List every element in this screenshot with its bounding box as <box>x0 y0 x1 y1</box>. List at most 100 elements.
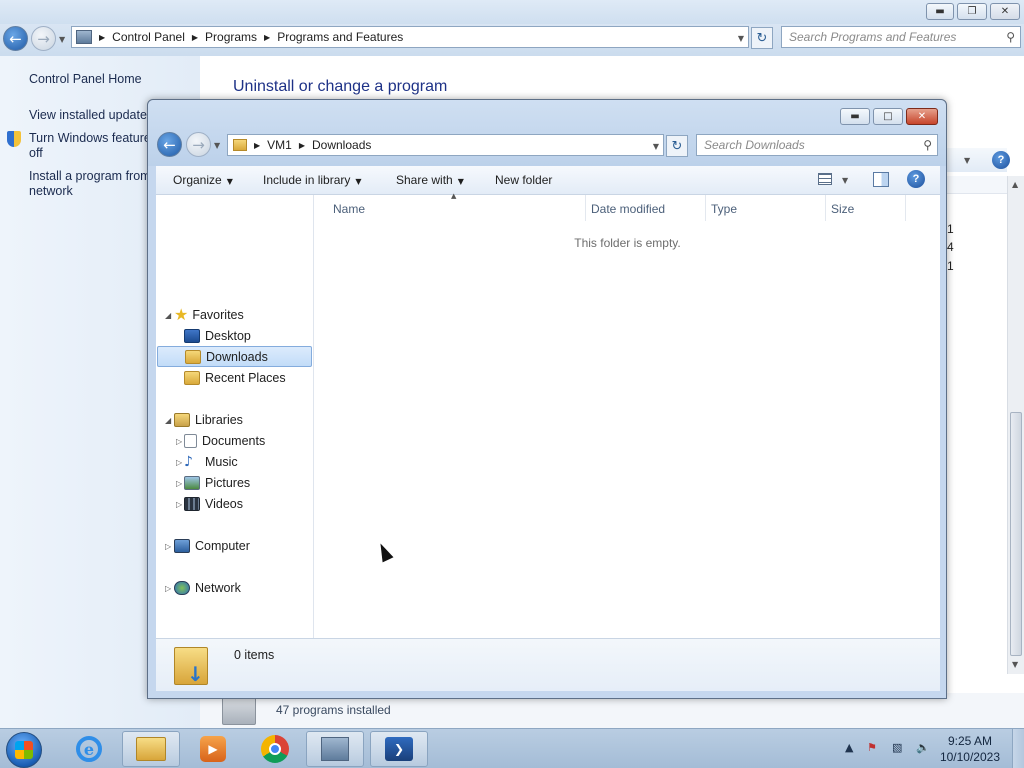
breadcrumb-programs[interactable]: Programs <box>205 30 257 44</box>
view-installed-updates-link[interactable]: View installed updates <box>29 108 153 123</box>
scroll-up-icon[interactable]: ▲ <box>1012 180 1018 189</box>
control-panel-icon <box>76 30 92 44</box>
address-dropdown-icon[interactable]: ▼ <box>653 142 659 151</box>
start-button[interactable] <box>6 732 42 768</box>
help-icon[interactable]: ? <box>992 151 1010 169</box>
nav-pictures[interactable]: Pictures <box>184 472 250 493</box>
nav-computer-label: Computer <box>195 538 250 553</box>
turn-windows-features-link[interactable]: Turn Windows feature off <box>29 131 151 161</box>
empty-folder-message: This folder is empty. <box>574 236 681 250</box>
search-icon[interactable]: ⚲ <box>923 138 932 152</box>
forward-arrow-icon[interactable]: → <box>186 132 211 157</box>
recent-pages-chevron-icon[interactable]: ▼ <box>214 141 220 150</box>
scrollbar-thumb[interactable] <box>1010 412 1022 656</box>
column-header-size[interactable]: Size <box>831 202 854 216</box>
nav-downloads-label: Downloads <box>206 349 268 364</box>
explorer-command-bar: Organize ▼ Include in library ▼ Share with… <box>156 166 940 195</box>
network-icon <box>174 580 190 595</box>
nav-libraries[interactable]: Libraries <box>174 409 243 430</box>
nav-documents[interactable]: Documents <box>184 430 265 451</box>
explorer-address-bar[interactable]: ▶ VM1 ▶ Downloads ▼ <box>227 134 664 156</box>
refresh-icon[interactable]: ↻ <box>666 135 688 157</box>
nav-videos[interactable]: Videos <box>184 493 243 514</box>
control-panel-home-link[interactable]: Control Panel Home <box>29 72 142 87</box>
show-hidden-icons-icon[interactable]: ▲ <box>845 741 853 754</box>
breadcrumb-control-panel[interactable]: Control Panel <box>112 30 185 44</box>
share-with-menu[interactable]: Share with ▼ <box>396 173 464 187</box>
taskbar-internet-explorer[interactable]: e <box>60 731 118 767</box>
views-dropdown-icon[interactable]: ▼ <box>842 176 848 185</box>
new-folder-button[interactable]: New folder <box>495 173 552 187</box>
column-divider[interactable] <box>825 195 826 221</box>
nav-desktop[interactable]: Desktop <box>184 325 251 346</box>
column-divider[interactable] <box>705 195 706 221</box>
include-in-library-label: Include in library <box>263 173 351 187</box>
action-center-flag-icon[interactable]: ⚑ <box>867 741 877 754</box>
taskbar-media-player[interactable]: ▶ <box>184 731 242 767</box>
expand-arrow-icon[interactable]: ◢ <box>165 311 171 320</box>
cp-close-button[interactable]: ✕ <box>990 3 1020 20</box>
expand-arrow-icon[interactable]: ▷ <box>176 500 182 509</box>
expand-arrow-icon[interactable]: ◢ <box>165 416 171 425</box>
scroll-down-icon[interactable]: ▼ <box>1012 660 1018 669</box>
nav-music[interactable]: ♪ Music <box>184 451 238 472</box>
nav-favorites[interactable]: ★ Favorites <box>174 304 244 325</box>
install-from-network-line1: Install a program from <box>29 169 151 183</box>
taskbar-chrome[interactable] <box>246 731 304 767</box>
column-header-type[interactable]: Type <box>711 202 737 216</box>
breadcrumb-programs-and-features[interactable]: Programs and Features <box>277 30 403 44</box>
expand-arrow-icon[interactable]: ▷ <box>176 458 182 467</box>
expand-arrow-icon[interactable]: ▷ <box>165 542 171 551</box>
include-in-library-menu[interactable]: Include in library ▼ <box>263 173 362 187</box>
cp-view-dropdown-icon[interactable]: ▼ <box>964 156 970 165</box>
column-header-date-modified[interactable]: Date modified <box>591 202 665 216</box>
taskbar-windows-explorer[interactable] <box>122 731 180 767</box>
cp-restore-button[interactable]: ❐ <box>957 3 987 20</box>
network-tray-icon[interactable]: ▧ <box>892 741 902 754</box>
maximize-button[interactable]: □ <box>873 108 903 125</box>
search-downloads-input[interactable]: Search Downloads ⚲ <box>696 134 938 156</box>
address-dropdown-icon[interactable]: ▼ <box>738 34 744 43</box>
nav-computer[interactable]: Computer <box>174 535 250 556</box>
cp-minimize-button[interactable]: ▬ <box>926 3 954 20</box>
nav-recent-places[interactable]: Recent Places <box>184 367 286 388</box>
nav-downloads[interactable]: Downloads <box>157 346 312 367</box>
breadcrumb-downloads[interactable]: Downloads <box>312 138 371 152</box>
search-icon[interactable]: ⚲ <box>1006 30 1015 44</box>
clock[interactable]: 9:25 AM 10/10/2023 <box>940 733 1000 765</box>
preview-pane-icon[interactable] <box>873 172 889 187</box>
cp-address-bar[interactable]: ▶ Control Panel ▶ Programs ▶ Programs an… <box>71 26 749 48</box>
column-divider[interactable] <box>905 195 906 221</box>
turn-windows-features-line2: off <box>29 146 43 160</box>
details-pane: ↓ 0 items <box>156 638 940 691</box>
volume-muted-icon[interactable]: 🔈 <box>916 741 930 754</box>
install-from-network-link[interactable]: Install a program from network <box>29 169 151 199</box>
organize-menu[interactable]: Organize ▼ <box>173 173 233 187</box>
nav-network[interactable]: Network <box>174 577 241 598</box>
recent-pages-chevron-icon[interactable]: ▼ <box>59 35 65 44</box>
views-icon[interactable] <box>818 173 832 185</box>
show-desktop-button[interactable] <box>1012 729 1024 768</box>
breadcrumb-separator-icon: ▶ <box>298 140 305 150</box>
column-header-name[interactable]: Name <box>333 202 365 216</box>
cp-scrollbar[interactable]: ▲ ▼ <box>1007 176 1024 674</box>
column-divider[interactable] <box>585 195 586 221</box>
items-count: 0 items <box>234 648 275 662</box>
taskbar-control-panel[interactable] <box>306 731 364 767</box>
minimize-button[interactable]: ▬ <box>840 108 870 125</box>
refresh-icon[interactable]: ↻ <box>751 27 773 49</box>
expand-arrow-icon[interactable]: ▷ <box>165 584 171 593</box>
forward-arrow-icon[interactable]: → <box>31 26 56 51</box>
pictures-icon <box>184 475 200 490</box>
taskbar-powershell[interactable]: ❯ <box>370 731 428 767</box>
expand-arrow-icon[interactable]: ▷ <box>176 437 182 446</box>
back-arrow-icon[interactable]: ← <box>3 26 28 51</box>
expand-arrow-icon[interactable]: ▷ <box>176 479 182 488</box>
close-button[interactable]: ✕ <box>906 108 938 125</box>
cp-search-input[interactable]: Search Programs and Features ⚲ <box>781 26 1021 48</box>
back-arrow-icon[interactable]: ← <box>157 132 182 157</box>
breadcrumb-vm1[interactable]: VM1 <box>267 138 292 152</box>
cp-partial-value: 1 <box>947 222 954 236</box>
control-panel-titlebar: ▬ ❐ ✕ <box>0 0 1024 24</box>
help-icon[interactable]: ? <box>907 170 925 188</box>
